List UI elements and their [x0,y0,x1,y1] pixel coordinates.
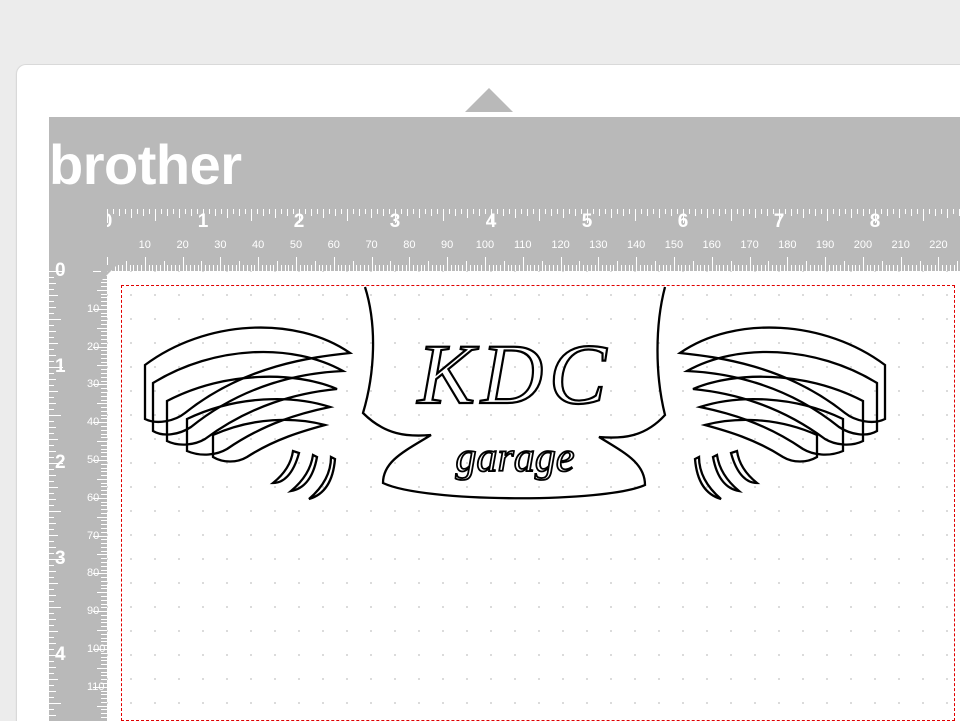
ruler-h-mm-150: 150 [665,239,683,251]
ruler-h-mm-60: 60 [328,239,340,251]
cutting-mat-area[interactable]: KDC garage [107,271,960,721]
ruler-h-mm-210: 210 [892,239,910,251]
ruler-vertical: 01234102030405060708090100110 [49,209,107,721]
ruler-h-mm-220: 220 [929,239,947,251]
design-text-line1: KDC [416,326,613,422]
ruler-h-mm-50: 50 [290,239,302,251]
mat-orient-arrow-icon [465,88,513,112]
ruler-h-mm-190: 190 [816,239,834,251]
mat-panel: brother 01234567891020304050607080901001… [16,64,960,721]
design-text-line2: garage [456,435,575,481]
ruler-h-mm-40: 40 [252,239,264,251]
ruler-h-mm-180: 180 [778,239,796,251]
design-object-kdc-garage[interactable]: KDC garage [125,285,905,525]
ruler-h-mm-200: 200 [854,239,872,251]
ruler-h-mm-140: 140 [627,239,645,251]
ruler-h-mm-100: 100 [476,239,494,251]
ruler-h-mm-170: 170 [740,239,758,251]
ruler-h-mm-90: 90 [441,239,453,251]
ruler-h-mm-130: 130 [589,239,607,251]
ruler-horizontal: 0123456789102030405060708090100110120130… [49,209,960,271]
ruler-h-mm-30: 30 [214,239,226,251]
ruler-h-mm-110: 110 [514,239,532,251]
ruler-h-mm-70: 70 [365,239,377,251]
ruler-h-mm-20: 20 [176,239,188,251]
ruler-h-mm-160: 160 [703,239,721,251]
ruler-h-mm-120: 120 [551,239,569,251]
ruler-h-mm-80: 80 [403,239,415,251]
ruler-h-mm-10: 10 [139,239,151,251]
brother-logo: brother [49,123,242,205]
